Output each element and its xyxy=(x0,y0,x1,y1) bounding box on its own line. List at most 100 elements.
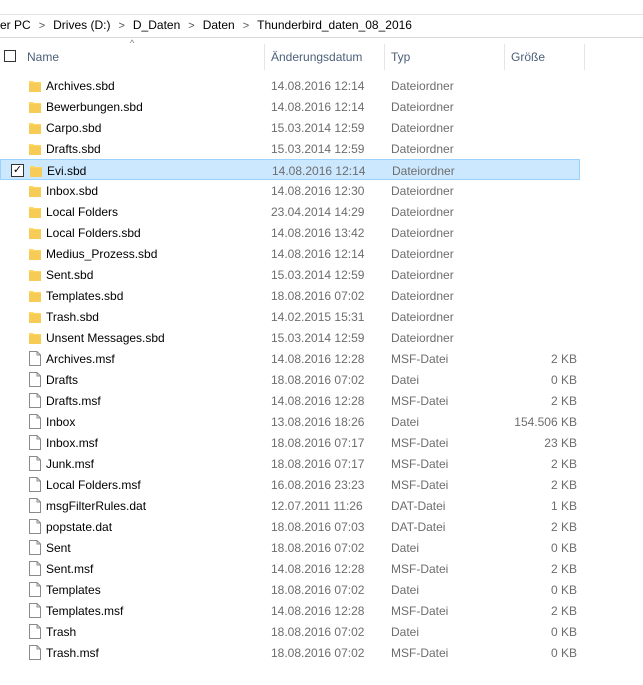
file-row[interactable]: Junk.msf 18.08.2016 07:17 MSF-Datei 2 KB xyxy=(0,453,580,474)
file-name: Archives.sbd xyxy=(46,79,115,93)
column-header-size[interactable]: Größe xyxy=(505,44,585,70)
breadcrumb-this-pc[interactable]: er PC xyxy=(0,18,37,32)
file-type: Datei xyxy=(391,625,420,639)
file-size: 1 KB xyxy=(550,499,577,513)
folder-icon xyxy=(29,246,41,261)
file-date: 15.03.2014 12:59 xyxy=(271,121,365,135)
file-name: popstate.dat xyxy=(46,520,113,534)
file-date: 14.08.2016 13:42 xyxy=(271,226,365,240)
folder-row[interactable]: Local Folders.sbd 14.08.2016 13:42 Dateior… xyxy=(0,222,580,243)
file-name: Junk.msf xyxy=(46,457,95,471)
folder-row[interactable]: Drafts.sbd 15.03.2014 12:59 Dateiordner xyxy=(0,138,580,159)
file-date: 14.08.2016 12:14 xyxy=(271,247,365,261)
file-type: MSF-Datei xyxy=(391,562,449,576)
file-row[interactable]: msgFilterRules.dat 12.07.2011 11:26 DAT-Da… xyxy=(0,495,580,516)
folder-row[interactable]: Local Folders 23.04.2014 14:29 Dateiordner xyxy=(0,201,580,222)
file-row[interactable]: Trash.msf 18.08.2016 07:02 MSF-Datei 0 KB xyxy=(0,642,580,663)
file-icon xyxy=(29,645,41,660)
file-type: Dateiordner xyxy=(391,289,454,303)
file-icon xyxy=(29,393,41,408)
file-type: Dateiordner xyxy=(391,331,454,345)
file-row[interactable]: Inbox.msf 18.08.2016 07:17 MSF-Datei 23 KB xyxy=(0,432,580,453)
file-size: 2 KB xyxy=(550,520,577,534)
file-size: 2 KB xyxy=(550,604,577,618)
file-explorer-window: { "breadcrumb": ["er PC", "Drives (D:)",… xyxy=(0,0,643,685)
select-all-checkbox[interactable] xyxy=(4,50,16,62)
file-name: Archives.msf xyxy=(46,352,115,366)
folder-row[interactable]: Medius_Prozess.sbd 14.08.2016 12:14 Dateio… xyxy=(0,243,580,264)
file-row[interactable]: Sent 18.08.2016 07:02 Datei 0 KB xyxy=(0,537,580,558)
file-row[interactable]: Templates 18.08.2016 07:02 Datei 0 KB xyxy=(0,579,580,600)
breadcrumb-current-folder[interactable]: Thunderbird_daten_08_2016 xyxy=(257,18,418,32)
folder-row[interactable]: Carpo.sbd 15.03.2014 12:59 Dateiordner xyxy=(0,117,580,138)
file-row[interactable]: popstate.dat 18.08.2016 07:03 DAT-Datei 2 K… xyxy=(0,516,580,537)
file-icon xyxy=(29,582,41,597)
folder-row[interactable]: Inbox.sbd 14.08.2016 12:30 Dateiordner xyxy=(0,180,580,201)
column-header-type[interactable]: Typ xyxy=(385,44,505,70)
folder-icon xyxy=(29,330,41,345)
folder-row[interactable]: Sent.sbd 15.03.2014 12:59 Dateiordner xyxy=(0,264,580,285)
file-date: 18.08.2016 07:02 xyxy=(271,373,365,387)
chevron-right-icon[interactable]: > xyxy=(37,20,53,32)
column-header-row: ^ Name Änderungsdatum Typ Größe xyxy=(0,38,643,70)
file-name: Drafts.sbd xyxy=(46,142,101,156)
column-header-name[interactable]: Name xyxy=(21,44,265,70)
file-row[interactable]: Drafts 18.08.2016 07:02 Datei 0 KB xyxy=(0,369,580,390)
file-date: 16.08.2016 23:23 xyxy=(271,478,365,492)
file-type: MSF-Datei xyxy=(391,457,449,471)
folder-row[interactable]: Archives.sbd 14.08.2016 12:14 Dateiordner xyxy=(0,75,580,96)
file-date: 14.08.2016 12:30 xyxy=(271,184,365,198)
file-name: Templates.msf xyxy=(46,604,124,618)
file-type: Datei xyxy=(391,373,420,387)
file-icon xyxy=(29,477,41,492)
file-name: Inbox.sbd xyxy=(46,184,99,198)
file-name: Carpo.sbd xyxy=(46,121,102,135)
file-type: Dateiordner xyxy=(391,247,454,261)
file-row[interactable]: Trash 18.08.2016 07:02 Datei 0 KB xyxy=(0,621,580,642)
file-type: Dateiordner xyxy=(391,310,454,324)
file-size: 2 KB xyxy=(550,457,577,471)
file-row[interactable]: Archives.msf 14.08.2016 12:28 MSF-Datei 2 K… xyxy=(0,348,580,369)
column-header-date[interactable]: Änderungsdatum xyxy=(265,44,385,70)
file-size: 0 KB xyxy=(550,625,577,639)
file-date: 18.08.2016 07:02 xyxy=(271,541,365,555)
chevron-right-icon[interactable]: > xyxy=(116,20,132,32)
breadcrumb: er PC > Drives (D:) > D_Daten > Daten > Thunderb… xyxy=(0,18,418,32)
file-row[interactable]: Local Folders.msf 16.08.2016 23:23 MSF-Dat… xyxy=(0,474,580,495)
address-bar[interactable]: er PC > Drives (D:) > D_Daten > Daten > Thunderb… xyxy=(0,14,643,38)
breadcrumb-d-daten[interactable]: D_Daten xyxy=(133,18,186,32)
chevron-right-icon[interactable]: > xyxy=(241,20,257,32)
breadcrumb-drive-d[interactable]: Drives (D:) xyxy=(53,18,116,32)
folder-row[interactable]: ✓ Evi.sbd 14.08.2016 12:14 Dateiordner xyxy=(0,159,580,180)
folder-row[interactable]: Unsent Messages.sbd 15.03.2014 12:59 Datei… xyxy=(0,327,580,348)
breadcrumb-daten[interactable]: Daten xyxy=(203,18,241,32)
file-type: DAT-Datei xyxy=(391,499,446,513)
folder-icon xyxy=(29,183,41,198)
file-name: Drafts.msf xyxy=(46,394,101,408)
file-type: Dateiordner xyxy=(391,142,454,156)
folder-row[interactable]: Bewerbungen.sbd 14.08.2016 12:14 Dateiordn… xyxy=(0,96,580,117)
file-icon xyxy=(29,519,41,534)
folder-row[interactable]: Trash.sbd 14.02.2015 15:31 Dateiordner xyxy=(0,306,580,327)
chevron-right-icon[interactable]: > xyxy=(186,20,202,32)
file-size: 154.506 KB xyxy=(514,415,577,429)
file-row[interactable]: Drafts.msf 14.08.2016 12:28 MSF-Datei 2 KB xyxy=(0,390,580,411)
file-type: Dateiordner xyxy=(392,164,455,178)
file-type: Dateiordner xyxy=(391,205,454,219)
file-row[interactable]: Templates.msf 14.08.2016 12:28 MSF-Datei 2 … xyxy=(0,600,580,621)
file-row[interactable]: Inbox 13.08.2016 18:26 Datei 154.506 KB xyxy=(0,411,580,432)
file-type: Dateiordner xyxy=(391,268,454,282)
file-icon xyxy=(29,624,41,639)
file-name: msgFilterRules.dat xyxy=(46,499,147,513)
row-checkbox[interactable]: ✓ xyxy=(11,164,24,177)
folder-icon xyxy=(29,288,41,303)
file-row[interactable]: Sent.msf 14.08.2016 12:28 MSF-Datei 2 KB xyxy=(0,558,580,579)
folder-icon xyxy=(29,204,41,219)
file-icon xyxy=(29,456,41,471)
file-name: Local Folders xyxy=(46,205,119,219)
file-type: Dateiordner xyxy=(391,184,454,198)
file-date: 15.03.2014 12:59 xyxy=(271,142,365,156)
file-date: 18.08.2016 07:03 xyxy=(271,520,365,534)
folder-icon xyxy=(29,225,41,240)
folder-row[interactable]: Templates.sbd 18.08.2016 07:02 Dateiordner xyxy=(0,285,580,306)
